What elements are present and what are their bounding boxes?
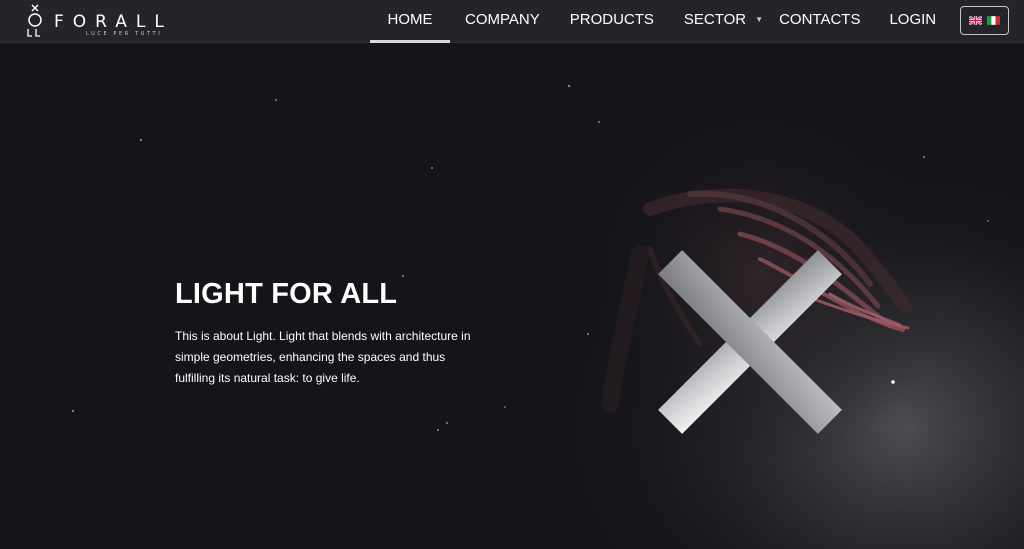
nav-item-login[interactable]: LOGIN <box>889 0 936 43</box>
glowing-x-with-hand-image <box>0 44 1024 549</box>
hero-title: LIGHT FOR ALL <box>175 278 398 310</box>
nav-item-sector[interactable]: SECTOR ▼ <box>684 0 763 43</box>
forall-x-logo-icon <box>27 4 42 37</box>
main-navigation: HOME COMPANY PRODUCTS SECTOR ▼ CONTACTS L… <box>370 0 936 43</box>
nav-item-products[interactable]: PRODUCTS <box>570 0 654 43</box>
italy-flag-icon[interactable] <box>987 16 1000 25</box>
nav-item-home[interactable]: HOME <box>370 0 450 43</box>
brand-logo[interactable]: FORALL LUCE PER TUTTI <box>24 3 174 41</box>
language-switcher[interactable] <box>960 6 1009 35</box>
nav-item-company[interactable]: COMPANY <box>465 0 540 43</box>
uk-flag-icon[interactable] <box>969 16 982 25</box>
chevron-down-icon: ▼ <box>755 15 764 24</box>
brand-name: FORALL <box>54 12 173 32</box>
hero-description: This is about Light. Light that blends w… <box>175 329 471 385</box>
nav-item-contacts[interactable]: CONTACTS <box>779 0 860 43</box>
hero-section: LIGHT FOR ALL This is about Light. Light… <box>0 44 1024 549</box>
nav-item-sector-label: SECTOR <box>683 11 747 28</box>
brand-tagline: LUCE PER TUTTI <box>86 31 163 37</box>
site-header: FORALL LUCE PER TUTTI HOME COMPANY PRODU… <box>0 0 1024 43</box>
